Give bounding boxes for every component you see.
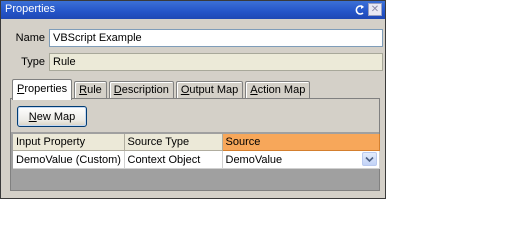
cell-source-value: DemoValue <box>225 153 283 166</box>
tab-rule[interactable]: Rule <box>74 81 107 99</box>
property-map-table: Input Property Source Type Source DemoVa… <box>13 134 380 169</box>
restore-icon[interactable] <box>353 3 367 16</box>
cell-source[interactable]: DemoValue <box>222 150 380 169</box>
tab-strip: Properties Rule Description Output Map A… <box>12 78 312 100</box>
cell-input-property[interactable]: DemoValue (Custom) <box>13 150 125 169</box>
tab-label: roperties <box>24 83 68 95</box>
table-header-row: Input Property Source Type Source <box>13 134 380 151</box>
tab-label: escription <box>121 84 169 96</box>
cell-source-type[interactable]: Context Object <box>124 150 223 169</box>
close-icon[interactable]: ✕ <box>368 3 382 16</box>
new-map-button[interactable]: New Map <box>17 106 87 127</box>
tab-label-mnemonic: D <box>113 84 122 96</box>
type-field: Rule <box>49 53 383 71</box>
name-label: Name <box>15 32 45 44</box>
column-header-source[interactable]: Source <box>222 134 380 151</box>
name-input[interactable]: VBScript Example <box>49 29 383 47</box>
column-header-source-type[interactable]: Source Type <box>124 134 223 151</box>
properties-panel: New Map Input Property Source Type Sourc… <box>10 98 380 191</box>
properties-window: Properties ✕ Name VBScript Example Type … <box>0 0 386 199</box>
title-bar: Properties ✕ <box>1 1 385 19</box>
tab-label: utput Map <box>189 84 239 96</box>
button-label: ew Map <box>36 110 76 123</box>
window-title: Properties <box>5 3 56 15</box>
name-row: Name VBScript Example <box>9 29 383 47</box>
tab-output-map[interactable]: Output Map <box>175 81 244 99</box>
panel-toolbar: New Map <box>11 99 379 132</box>
table-row[interactable]: DemoValue (Custom) Context Object DemoVa… <box>13 150 380 169</box>
type-label: Type <box>21 56 45 68</box>
chevron-down-icon[interactable] <box>361 152 377 166</box>
tab-label-mnemonic: A <box>250 84 258 96</box>
tab-description[interactable]: Description <box>108 81 174 99</box>
tab-label: ction Map <box>257 84 306 96</box>
button-mnemonic: N <box>28 110 37 123</box>
column-header-input-property[interactable]: Input Property <box>13 134 125 151</box>
tab-label: ule <box>87 84 102 96</box>
tab-properties[interactable]: Properties <box>12 79 73 100</box>
tab-label-mnemonic: R <box>79 84 88 96</box>
type-row: Type Rule <box>9 53 383 71</box>
tab-action-map[interactable]: Action Map <box>245 81 311 99</box>
